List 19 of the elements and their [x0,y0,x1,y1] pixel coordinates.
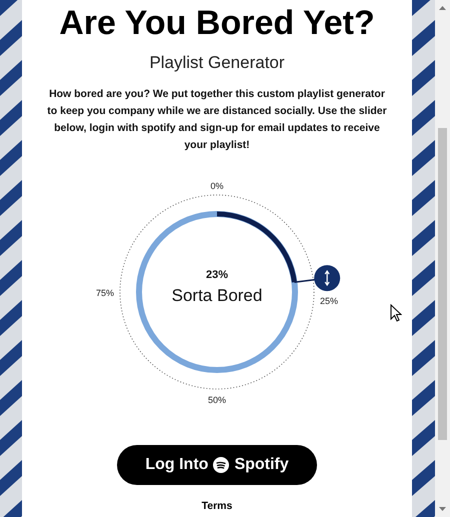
scrollbar-thumb[interactable] [438,128,447,440]
cursor-icon [390,304,402,322]
spotify-icon [213,456,230,472]
slider-handle[interactable] [314,264,340,291]
intro-text: How bored are you? We put together this custom playlist generator to keep you company while we are distanced socially. Use the slider below, login with spotify and sign-up for email updates to receive your playlist! [46,86,388,152]
level-reading: 23% [206,268,228,280]
tick-label: 75% [96,288,114,298]
scrollbar[interactable] [435,0,450,517]
tick-label: 25% [320,296,338,306]
tick-label: 50% [208,394,226,404]
tick-label: 0% [210,180,224,190]
terms-link[interactable]: Terms [202,498,232,514]
login-button[interactable]: Log Into Spotify [117,444,317,484]
scroll-down-icon [439,507,446,511]
page-subtitle: Playlist Generator [149,52,285,74]
mood-label: Sorta Bored [172,286,262,304]
slider-track[interactable] [136,210,298,372]
scroll-up-icon [439,6,446,10]
page-title: Are You Bored Yet? [59,6,375,40]
